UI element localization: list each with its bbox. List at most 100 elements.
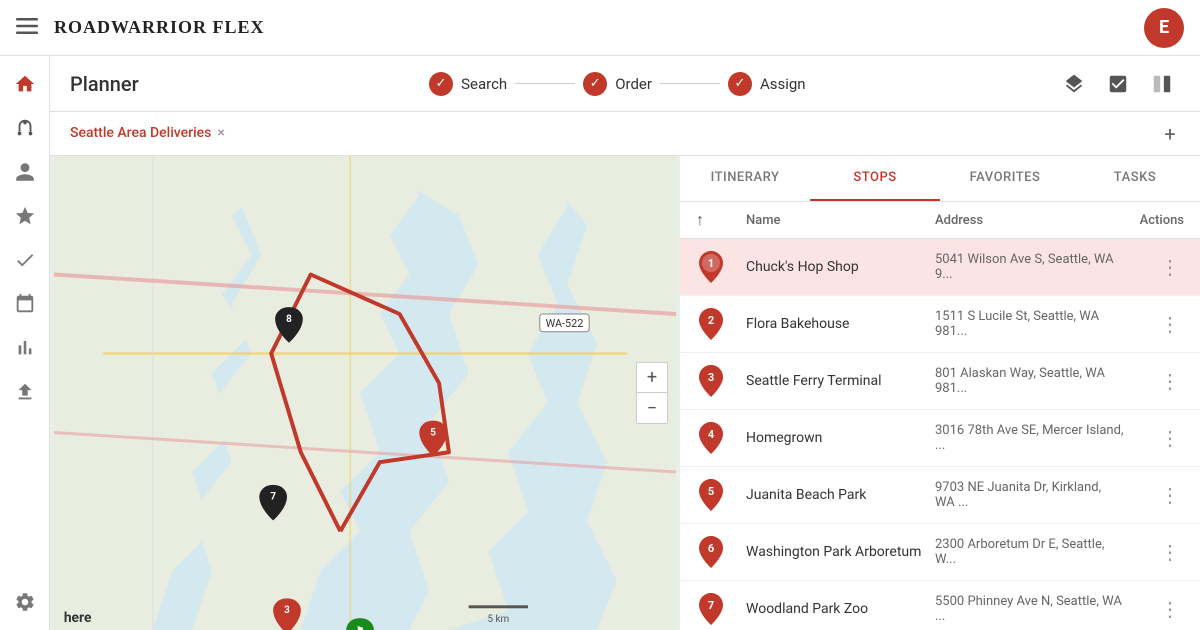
checklist-button[interactable]: [1100, 66, 1136, 102]
sidebar-item-analytics[interactable]: [5, 328, 45, 368]
step-line-2: [660, 83, 720, 84]
sidebar-item-favorites[interactable]: [5, 196, 45, 236]
panel-tabs: ITINERARY STOPS FAVORITES TASKS: [680, 156, 1200, 202]
step-order: ✓ Order: [583, 72, 652, 96]
layers-button[interactable]: [1056, 66, 1092, 102]
tab-bar: Seattle Area Deliveries × +: [50, 112, 1200, 156]
header-actions: [1056, 66, 1180, 102]
svg-text:1: 1: [708, 257, 714, 270]
stop-name-4: Homegrown: [746, 430, 935, 446]
table-row[interactable]: 3 Seattle Ferry Terminal 801 Alaskan Way…: [680, 353, 1200, 410]
sort-icon[interactable]: ↑: [696, 210, 746, 230]
svg-text:5: 5: [708, 485, 714, 498]
route-tab-label: Seattle Area Deliveries: [70, 125, 211, 141]
stop-address-6: 2300 Arboretum Dr E, Seattle, W...: [935, 537, 1124, 567]
sidebar-item-route[interactable]: [5, 108, 45, 148]
sidebar-item-calendar[interactable]: [5, 284, 45, 324]
tab-stops[interactable]: STOPS: [810, 156, 940, 201]
stop-address-3: 801 Alaskan Way, Seattle, WA 981...: [935, 366, 1124, 396]
stop-address-1: 5041 Wilson Ave S, Seattle, WA 9...: [935, 252, 1124, 282]
svg-text:3: 3: [708, 371, 714, 384]
sidebar-item-contacts[interactable]: [5, 152, 45, 192]
step-search: ✓ Search: [429, 72, 507, 96]
stop-name-3: Seattle Ferry Terminal: [746, 373, 935, 389]
svg-text:7: 7: [708, 599, 714, 612]
stop-name-7: Woodland Park Zoo: [746, 601, 935, 617]
step-order-label: Order: [615, 75, 652, 93]
more-button-1[interactable]: ⋮: [1124, 255, 1184, 279]
more-button-6[interactable]: ⋮: [1124, 540, 1184, 564]
stop-name-2: Flora Bakehouse: [746, 316, 935, 332]
col-name: Name: [746, 213, 935, 228]
svg-text:5: 5: [430, 427, 436, 438]
stop-badge-5: 5: [696, 477, 726, 513]
svg-text:⚑: ⚑: [356, 626, 364, 630]
stop-address-5: 9703 NE Juanita Dr, Kirkland, WA ...: [935, 480, 1124, 510]
svg-text:7: 7: [270, 492, 276, 503]
svg-text:5 km: 5 km: [487, 614, 509, 625]
step-order-check: ✓: [583, 72, 607, 96]
map-controls: + −: [636, 362, 668, 424]
svg-text:here: here: [64, 610, 92, 626]
tab-tasks[interactable]: TASKS: [1070, 156, 1200, 201]
stop-badge-2: 2: [696, 306, 726, 342]
menu-icon[interactable]: [16, 15, 38, 41]
more-button-7[interactable]: ⋮: [1124, 597, 1184, 621]
sidebar: [0, 56, 50, 630]
stop-badge-6: 6: [696, 534, 726, 570]
stop-name-1: Chuck's Hop Shop: [746, 259, 935, 275]
step-assign: ✓ Assign: [728, 72, 806, 96]
more-button-3[interactable]: ⋮: [1124, 369, 1184, 393]
more-button-5[interactable]: ⋮: [1124, 483, 1184, 507]
step-assign-label: Assign: [760, 75, 806, 93]
step-search-check: ✓: [429, 72, 453, 96]
steps-bar: ✓ Search ✓ Order ✓ Assign: [179, 72, 1056, 96]
stop-badge-7: 7: [696, 591, 726, 627]
svg-text:6: 6: [708, 542, 714, 555]
view-button[interactable]: [1144, 66, 1180, 102]
sidebar-item-home[interactable]: [5, 64, 45, 104]
zoom-in-button[interactable]: +: [637, 363, 667, 393]
table-row[interactable]: 1 Chuck's Hop Shop 5041 Wilson Ave S, Se…: [680, 239, 1200, 296]
svg-text:2: 2: [708, 314, 714, 327]
sidebar-item-upload[interactable]: [5, 372, 45, 412]
top-header: RoadWarrior Flex E: [0, 0, 1200, 56]
stops-table: 1 Chuck's Hop Shop 5041 Wilson Ave S, Se…: [680, 239, 1200, 630]
table-row[interactable]: 5 Juanita Beach Park 9703 NE Juanita Dr,…: [680, 467, 1200, 524]
stop-address-4: 3016 78th Ave SE, Mercer Island, ...: [935, 423, 1124, 453]
sidebar-item-tasks[interactable]: [5, 240, 45, 280]
zoom-out-button[interactable]: −: [637, 393, 667, 423]
col-actions: Actions: [1124, 213, 1184, 228]
table-row[interactable]: 6 Washington Park Arboretum 2300 Arboret…: [680, 524, 1200, 581]
table-header: ↑ Name Address Actions: [680, 202, 1200, 239]
map-area[interactable]: 8 7 5 4: [50, 156, 680, 630]
stop-badge-1: 1: [696, 249, 726, 285]
stop-badge-4: 4: [696, 420, 726, 456]
table-row[interactable]: 4 Homegrown 3016 78th Ave SE, Mercer Isl…: [680, 410, 1200, 467]
svg-text:3: 3: [284, 605, 290, 616]
planner-title: Planner: [70, 72, 139, 96]
stop-name-6: Washington Park Arboretum: [746, 544, 935, 560]
tab-favorites[interactable]: FAVORITES: [940, 156, 1070, 201]
route-tab-seattle[interactable]: Seattle Area Deliveries ×: [66, 112, 229, 155]
step-search-label: Search: [461, 75, 507, 93]
content-area: Planner ✓ Search ✓ Order ✓ Assign: [50, 56, 1200, 630]
tab-itinerary[interactable]: ITINERARY: [680, 156, 810, 201]
step-line-1: [515, 83, 575, 84]
stop-address-7: 5500 Phinney Ave N, Seattle, WA ...: [935, 594, 1124, 624]
svg-text:WA-522: WA-522: [546, 317, 584, 330]
sidebar-item-settings[interactable]: [5, 582, 45, 622]
table-row[interactable]: 2 Flora Bakehouse 1511 S Lucile St, Seat…: [680, 296, 1200, 353]
right-panel: ITINERARY STOPS FAVORITES TASKS ↑ Name A…: [680, 156, 1200, 630]
table-row[interactable]: 7 Woodland Park Zoo 5500 Phinney Ave N, …: [680, 581, 1200, 630]
user-avatar[interactable]: E: [1144, 8, 1184, 48]
more-button-4[interactable]: ⋮: [1124, 426, 1184, 450]
planner-header: Planner ✓ Search ✓ Order ✓ Assign: [50, 56, 1200, 112]
stop-badge-3: 3: [696, 363, 726, 399]
app-title: RoadWarrior Flex: [54, 17, 1144, 38]
add-tab-button[interactable]: +: [1156, 120, 1184, 148]
col-address: Address: [935, 213, 1124, 228]
more-button-2[interactable]: ⋮: [1124, 312, 1184, 336]
svg-text:8: 8: [286, 314, 292, 325]
close-tab-button[interactable]: ×: [217, 125, 224, 141]
